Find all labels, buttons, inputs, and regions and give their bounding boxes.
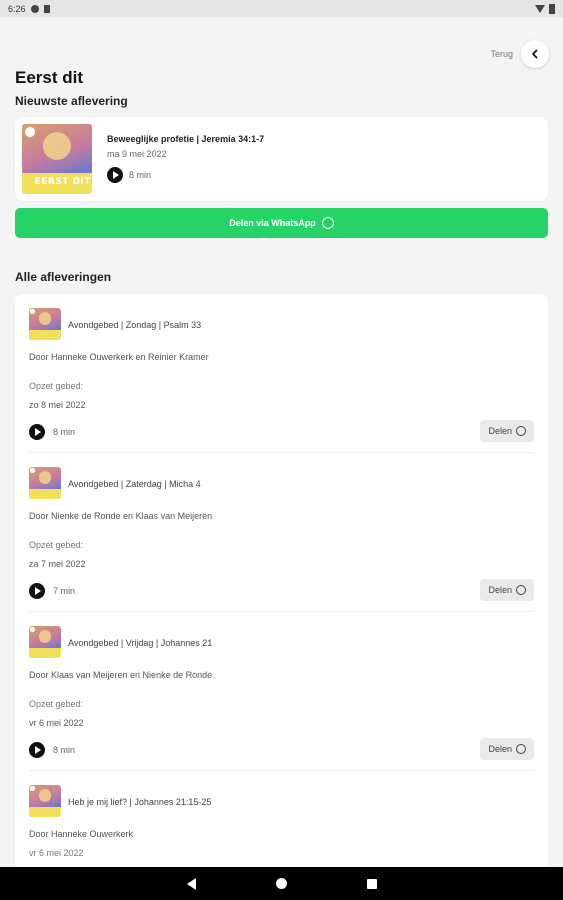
back-button[interactable] xyxy=(521,40,549,68)
nav-back-icon[interactable] xyxy=(186,877,196,890)
latest-episode-card[interactable]: EERST DIT Beweeglijke profetie | Jeremia… xyxy=(15,117,548,201)
episode-title: Avondgebed | Zaterdag | Micha 4 xyxy=(68,479,201,489)
share-label: Delen xyxy=(488,744,512,754)
share-whatsapp-label: Delen via WhatsApp xyxy=(229,218,316,228)
back-label[interactable]: Terug xyxy=(490,49,513,59)
episode-title: Avondgebed | Zondag | Psalm 33 xyxy=(68,320,202,330)
list-item[interactable]: Avondgebed | Vrijdag | Johannes 21 Door … xyxy=(15,612,548,771)
eo-logo-icon xyxy=(24,126,35,137)
share-button[interactable]: Delen xyxy=(480,420,534,442)
episode-label: Opzet gebed: xyxy=(29,699,84,709)
list-item[interactable]: Avondgebed | Zondag | Psalm 33 Door Hann… xyxy=(15,294,548,453)
podcast-cover-image: EERST DIT xyxy=(22,124,92,194)
episode-title: Avondgebed | Vrijdag | Johannes 21 xyxy=(68,638,213,648)
latest-episode-title: Beweeglijke profetie | Jeremia 34:1-7 xyxy=(107,134,265,144)
episode-duration: 7 min xyxy=(53,586,76,596)
notification-icon xyxy=(30,4,39,13)
episode-date: za 7 mei 2022 xyxy=(29,559,86,569)
all-episodes-title: Alle afleveringen xyxy=(15,270,112,284)
play-icon[interactable] xyxy=(29,424,45,440)
play-icon[interactable] xyxy=(29,742,45,758)
share-button[interactable]: Delen xyxy=(480,579,534,601)
episode-hosts: Door Klaas van Meijeren en Nienke de Ron… xyxy=(29,670,213,680)
latest-section-title: Nieuwste aflevering xyxy=(15,94,128,108)
list-item[interactable]: Heb je mij lief? | Johannes 21:15-25 Doo… xyxy=(15,771,548,874)
episode-label: Opzet gebed: xyxy=(29,540,84,550)
episode-cover-image xyxy=(29,626,61,658)
wifi-icon xyxy=(535,4,545,13)
share-button[interactable]: Delen xyxy=(480,738,534,760)
share-whatsapp-button[interactable]: Delen via WhatsApp xyxy=(15,208,548,238)
whatsapp-icon xyxy=(321,217,334,229)
top-bar: Terug xyxy=(490,40,549,68)
latest-episode-date: ma 9 mei 2022 xyxy=(107,149,167,159)
share-label: Delen xyxy=(488,585,512,595)
nav-home-icon[interactable] xyxy=(275,878,287,889)
page-title: Eerst dit xyxy=(15,68,84,87)
status-time: 6:26 xyxy=(8,3,26,14)
episode-list: Avondgebed | Zondag | Psalm 33 Door Hann… xyxy=(15,294,548,874)
status-bar: 6:26 xyxy=(0,0,563,17)
play-icon[interactable] xyxy=(107,167,123,183)
episode-cover-image xyxy=(29,467,61,499)
episode-hosts: Door Hanneke Ouwerkerk xyxy=(29,829,134,839)
episode-date: zo 8 mei 2022 xyxy=(29,400,86,410)
episode-label: Opzet gebed: xyxy=(29,381,84,391)
whatsapp-icon xyxy=(516,744,526,754)
chevron-left-icon xyxy=(532,49,538,59)
latest-episode-duration: 8 min xyxy=(129,170,152,180)
episode-date: vr 6 mei 2022 xyxy=(29,718,84,728)
episode-cover-image xyxy=(29,785,61,817)
play-icon[interactable] xyxy=(29,583,45,599)
nav-recents-icon[interactable] xyxy=(366,878,377,889)
episode-duration: 8 min xyxy=(53,745,76,755)
episode-duration: 8 min xyxy=(53,427,76,437)
episode-hosts: Door Nienke de Ronde en Klaas van Meijer… xyxy=(29,511,213,521)
cover-text: EERST DIT xyxy=(34,177,92,187)
whatsapp-icon xyxy=(516,426,526,436)
episode-hosts: Door Hanneke Ouwerkerk en Reinier Kramer xyxy=(29,352,209,362)
episode-cover-image xyxy=(29,308,61,340)
list-item[interactable]: Avondgebed | Zaterdag | Micha 4 Door Nie… xyxy=(15,453,548,612)
battery-icon xyxy=(549,3,555,14)
share-label: Delen xyxy=(488,426,512,436)
sd-card-icon xyxy=(43,4,50,13)
episode-title: Heb je mij lief? | Johannes 21:15-25 xyxy=(68,797,212,807)
whatsapp-icon xyxy=(516,585,526,595)
episode-date: vr 6 mei 2022 xyxy=(29,848,84,858)
navigation-bar xyxy=(0,867,563,900)
